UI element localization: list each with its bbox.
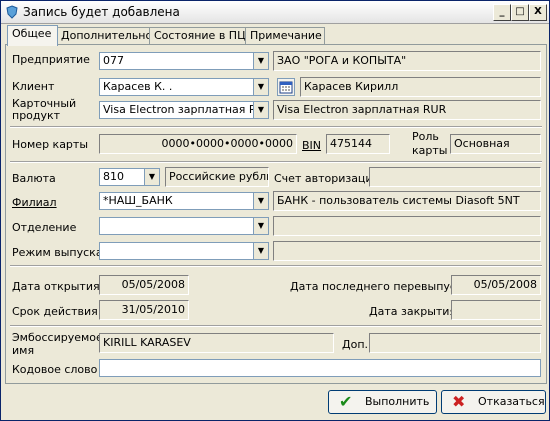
dialog-window: Запись будет добавлена _ □ X Общее Допол…: [0, 0, 550, 421]
codeword-label: Кодовое слово: [12, 363, 98, 376]
enterprise-label: Предприятие: [12, 53, 90, 66]
department-select[interactable]: ▼: [99, 217, 269, 235]
role-field: Основная: [450, 134, 541, 154]
card-product-label-2: продукт: [12, 109, 61, 122]
department-full: [273, 216, 541, 236]
chevron-down-icon[interactable]: ▼: [253, 79, 268, 95]
cancel-button-label: Отказаться: [478, 395, 545, 408]
embossed-label-2: имя: [12, 344, 35, 357]
chevron-down-icon[interactable]: ▼: [253, 193, 268, 209]
enterprise-name: ЗАО "РОГА и КОПЫТА": [273, 51, 541, 71]
minimize-button[interactable]: _: [493, 4, 511, 21]
issue-mode-select[interactable]: ▼: [99, 242, 269, 260]
branch-full: БАНК - пользователь системы Diasoft 5NT: [273, 191, 541, 211]
branch-value: *НАШ_БАНК: [103, 194, 173, 207]
bin-field: 475144: [326, 134, 390, 154]
checkmark-icon: ✔: [339, 392, 353, 411]
issue-mode-label: Режим выпуска: [12, 246, 103, 259]
branch-select[interactable]: *НАШ_БАНК ▼: [99, 192, 269, 210]
tab-general[interactable]: Общее: [7, 25, 58, 46]
auth-account-label: Счет авторизации: [274, 172, 380, 185]
card-number-label: Номер карты: [12, 138, 89, 151]
chevron-down-icon[interactable]: ▼: [253, 53, 268, 69]
chevron-down-icon[interactable]: ▼: [253, 218, 268, 234]
divider: [10, 265, 542, 267]
currency-label: Валюта: [12, 172, 56, 185]
codeword-input[interactable]: [99, 359, 541, 377]
calendar-icon[interactable]: [277, 78, 295, 96]
tab-pc-state[interactable]: Состояние в ПЦ: [149, 27, 247, 45]
divider: [10, 325, 542, 327]
close-date-label: Дата закрытия: [369, 305, 457, 318]
auth-account-field: [369, 167, 541, 187]
expiry-field: 31/05/2010: [99, 300, 189, 320]
title-bar[interactable]: Запись будет добавлена _ □ X: [1, 1, 549, 24]
expiry-label: Срок действия: [12, 305, 98, 318]
bin-label: BIN: [302, 139, 322, 152]
close-button[interactable]: X: [529, 4, 547, 21]
open-date-field: 05/05/2008: [99, 275, 189, 295]
branch-label: Филиал: [12, 196, 57, 209]
maximize-button[interactable]: □: [511, 4, 529, 21]
embossed-label-1: Эмбоссируемое: [12, 331, 103, 344]
card-number-field: 0000•0000•0000•0000: [99, 134, 297, 154]
enterprise-select[interactable]: 077 ▼: [99, 52, 269, 70]
cancel-button[interactable]: ✖ Отказаться: [441, 390, 546, 414]
last-reissue-label: Дата последнего перевыпуска: [290, 280, 470, 293]
last-reissue-field: 05/05/2008: [451, 275, 541, 295]
tab-notes[interactable]: Примечание: [245, 27, 325, 45]
client-full-name: Карасев Кирилл: [300, 77, 541, 97]
app-shield-icon: [6, 5, 18, 19]
card-product-select[interactable]: Visa Electron зарплатная RU ▼: [99, 101, 269, 119]
card-product-value: Visa Electron зарплатная RU: [103, 103, 265, 116]
extra-field[interactable]: [369, 333, 541, 353]
divider: [10, 161, 542, 163]
issue-mode-full: [273, 241, 541, 261]
divider: [10, 126, 542, 128]
window-title: Запись будет добавлена: [23, 5, 180, 19]
currency-code: 810: [103, 170, 124, 183]
enterprise-code: 077: [103, 54, 124, 67]
embossed-name-field[interactable]: KIRILL KARASEV: [99, 333, 334, 353]
client-select[interactable]: Карасев К. . ▼: [99, 78, 269, 96]
open-date-label: Дата открытия: [12, 280, 100, 293]
execute-button-label: Выполнить: [365, 395, 430, 408]
role-label-2: карты: [412, 144, 448, 157]
client-short: Карасев К. .: [103, 80, 173, 93]
chevron-down-icon[interactable]: ▼: [253, 243, 268, 259]
department-label: Отделение: [12, 221, 77, 234]
card-product-full: Visa Electron зарплатная RUR: [273, 100, 541, 120]
cross-icon: ✖: [452, 392, 466, 411]
execute-button[interactable]: ✔ Выполнить: [328, 390, 437, 414]
chevron-down-icon[interactable]: ▼: [144, 169, 159, 185]
chevron-down-icon[interactable]: ▼: [253, 102, 268, 118]
tab-panel-general: Предприятие 077 ▼ ЗАО "РОГА и КОПЫТА" Кл…: [5, 44, 547, 384]
extra-label: Доп.: [342, 338, 369, 351]
close-date-field: [451, 300, 541, 320]
currency-name: Российские рубли: [165, 167, 269, 187]
currency-select[interactable]: 810 ▼: [99, 168, 160, 186]
role-label-1: Роль: [412, 130, 439, 143]
tab-additional[interactable]: Дополнительно: [56, 27, 152, 45]
client-label: Клиент: [12, 80, 55, 93]
